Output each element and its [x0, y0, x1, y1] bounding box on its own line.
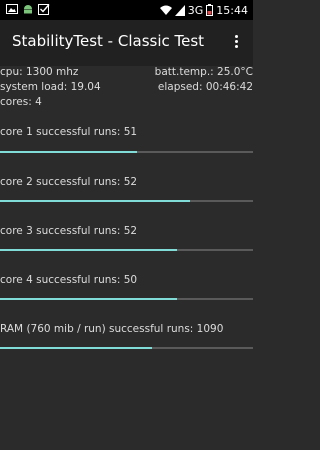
- status-bar: 3G 15:44: [0, 0, 253, 20]
- wifi-icon: [159, 5, 172, 15]
- app-title: StabilityTest - Classic Test: [12, 32, 205, 50]
- core-1-progress-track: [0, 151, 253, 153]
- core-count: cores: 4: [0, 96, 42, 108]
- ram-progress-track: [0, 347, 253, 349]
- ram-progress-fill: [0, 347, 152, 349]
- elapsed-time: elapsed: 00:46:42: [157, 81, 253, 93]
- checkbox-icon: [38, 4, 50, 15]
- info-row-cores: cores: 4: [0, 96, 253, 111]
- android-icon: [24, 5, 32, 14]
- cpu-frequency: cpu: 1300 mhz: [0, 66, 79, 78]
- image-icon: [6, 4, 18, 14]
- core-3-progress-track: [0, 249, 253, 251]
- core-2-progress-track: [0, 200, 253, 202]
- core-4-progress-track: [0, 298, 253, 300]
- core-3-label: core 3 successful runs: 52: [0, 225, 138, 237]
- clock: 15:44: [216, 3, 248, 17]
- core-4-label: core 4 successful runs: 50: [0, 274, 138, 286]
- info-row-load: system load: 19.04 elapsed: 00:46:42: [0, 81, 253, 96]
- core-1-label: core 1 successful runs: 51: [0, 126, 138, 138]
- core-1-progress-fill: [0, 151, 137, 153]
- ram-label: RAM (760 mib / run) successful runs: 109…: [0, 323, 224, 335]
- battery-temperature: batt.temp.: 25.0°C: [154, 66, 253, 78]
- core-4-progress-fill: [0, 298, 178, 300]
- core-2-label: core 2 successful runs: 52: [0, 176, 138, 188]
- core-2-progress-fill: [0, 200, 190, 202]
- network-type: 3G: [187, 3, 204, 17]
- battery-icon: [206, 4, 214, 16]
- core-3-progress-fill: [0, 249, 178, 251]
- notification-icons: [6, 3, 50, 17]
- app-bar: StabilityTest - Classic Test: [0, 20, 253, 66]
- system-load: system load: 19.04: [0, 81, 101, 93]
- signal-icon: [174, 4, 185, 16]
- status-right: 3G 15:44: [159, 2, 248, 18]
- overflow-menu-icon[interactable]: [227, 33, 245, 53]
- info-row-cpu: cpu: 1300 mhz batt.temp.: 25.0°C: [0, 66, 253, 81]
- main-content: cpu: 1300 mhz batt.temp.: 25.0°C system …: [0, 66, 253, 111]
